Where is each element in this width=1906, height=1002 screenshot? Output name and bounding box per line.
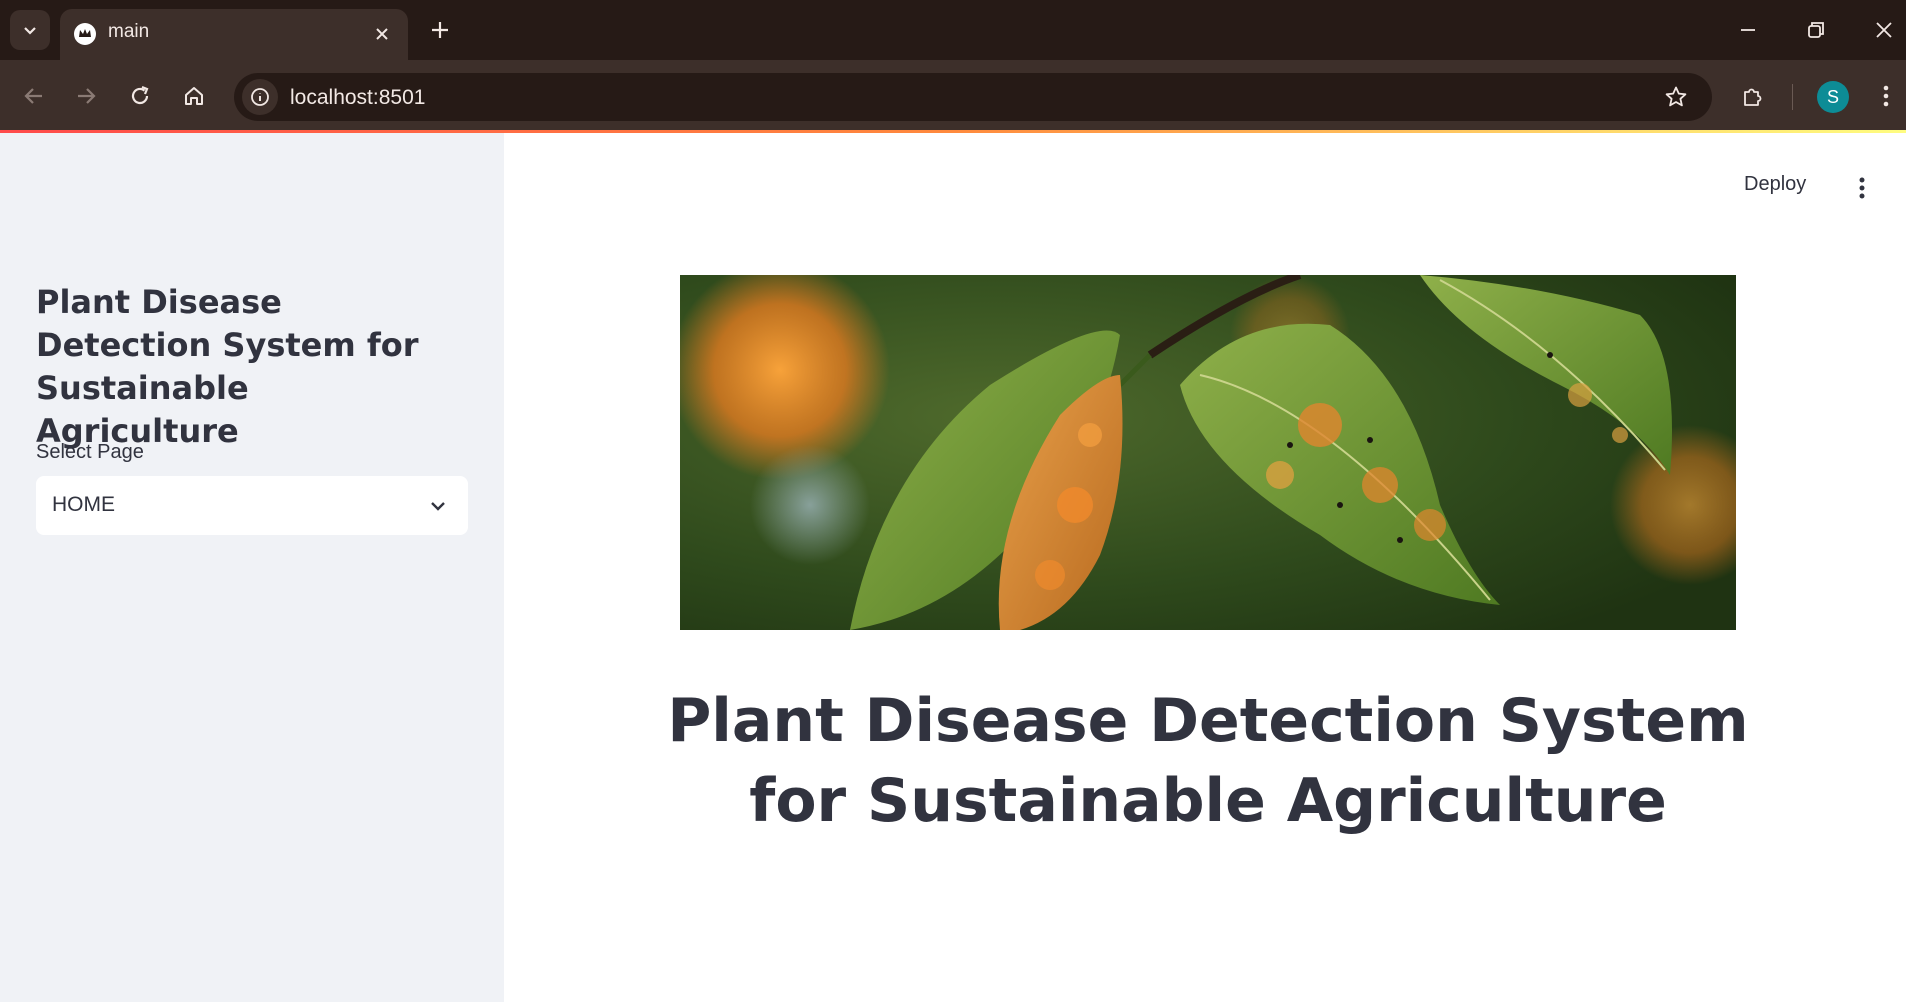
bookmark-button[interactable] [1662,83,1690,111]
browser-toolbar: localhost:8501 S [0,60,1906,132]
restore-button[interactable] [1794,10,1838,50]
tab-search-button[interactable] [10,10,50,50]
toolbar-divider [1792,84,1793,110]
kebab-icon [1883,85,1889,107]
back-button[interactable] [14,76,54,116]
extensions-button[interactable] [1733,76,1773,116]
puzzle-icon [1744,88,1762,106]
streamlit-favicon-icon [74,23,96,45]
profile-avatar[interactable]: S [1817,81,1849,113]
info-icon [251,88,269,106]
browser-tab-bar: main [0,0,1906,60]
browser-tab[interactable]: main [60,9,408,60]
address-bar[interactable]: localhost:8501 [234,73,1712,121]
chevron-down-icon [24,27,36,35]
forward-button[interactable] [66,76,106,116]
kebab-icon [1859,177,1865,199]
site-info-button[interactable] [242,79,278,115]
deploy-button[interactable]: Deploy [1744,173,1806,203]
minimize-icon [1741,29,1755,31]
url-text[interactable]: localhost:8501 [290,86,425,110]
arrow-right-icon [78,88,96,104]
tab-title: main [108,21,150,42]
main-content: Deploy Plant Disease Detection System fo… [0,133,1906,1002]
close-icon [376,28,388,40]
browser-menu-button[interactable] [1866,76,1906,116]
close-window-button[interactable] [1862,10,1906,50]
hero-image [680,275,1736,630]
restore-icon [1808,22,1824,38]
page-title: Plant Disease Detection System for Susta… [667,686,1749,836]
new-tab-button[interactable] [422,12,458,48]
star-icon [1665,86,1687,107]
home-button[interactable] [174,76,214,116]
close-icon [1876,22,1892,38]
minimize-button[interactable] [1726,10,1770,50]
plus-icon [432,22,448,38]
app-menu-button[interactable] [1847,173,1877,203]
diseased-leaves-image [680,275,1736,630]
reload-button[interactable] [120,76,160,116]
close-tab-button[interactable] [370,22,394,46]
home-icon [185,87,203,105]
arrow-left-icon [24,88,42,104]
reload-icon [131,85,149,105]
